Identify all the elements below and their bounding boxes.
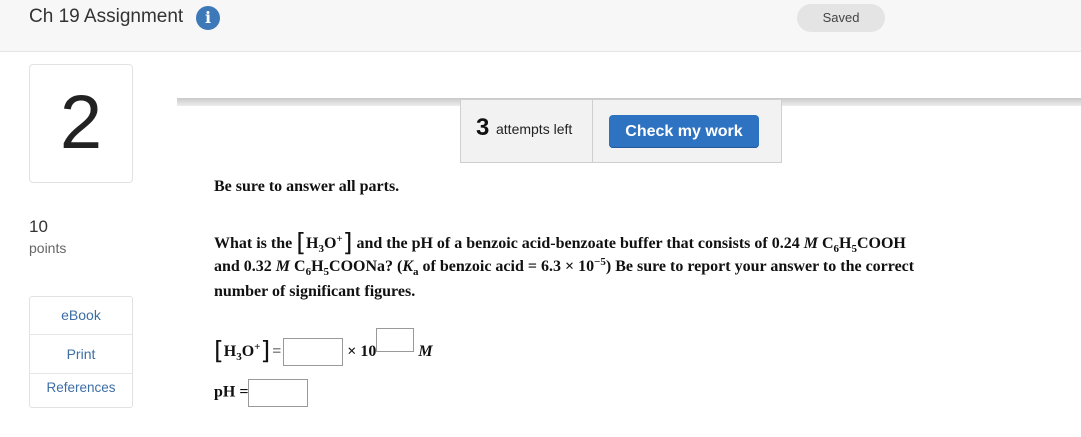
assignment-header: Ch 19 Assignment i Saved	[0, 0, 1081, 52]
question-line-1: What is the [H3O+] and the pH of a benzo…	[214, 228, 906, 257]
attempts-count: 3	[476, 114, 490, 141]
hydronium-exponent-input[interactable]	[376, 328, 415, 352]
q2-text-c: ) Be sure to report your answer to the c…	[605, 258, 915, 275]
check-panel: Check my work	[592, 99, 782, 163]
assignment-title: Ch 19 Assignment	[29, 6, 184, 27]
q1-text-b: and the pH of a benzoic acid-benzoate bu…	[352, 235, 804, 252]
question-line-3: number of significant figures.	[214, 283, 416, 300]
times-ten-label: × 10	[347, 343, 377, 360]
question-number-box: 2	[29, 64, 133, 183]
hydronium-answer-row: [H3O+] = × 10 M	[214, 328, 433, 367]
ph-input[interactable]	[248, 379, 309, 407]
references-link[interactable]: References	[30, 380, 132, 395]
check-my-work-button[interactable]: Check my work	[609, 115, 759, 148]
q1-text-a: What is the	[214, 235, 297, 252]
attempts-panel: 3 attempts left	[460, 99, 593, 163]
points-value: 10	[29, 217, 48, 236]
molarity-unit: M	[418, 343, 433, 360]
points-label: points	[29, 240, 67, 256]
divider	[30, 334, 132, 335]
ph-label: pH =	[214, 383, 249, 401]
info-icon[interactable]: i	[196, 6, 220, 30]
resource-links: eBook Print References	[29, 296, 133, 408]
saved-status-badge: Saved	[797, 4, 885, 32]
question-line-2: and 0.32 M C6H5COONa? (Ka of benzoic aci…	[214, 256, 915, 278]
q2-text-a: and 0.32	[214, 258, 276, 275]
hydronium-coefficient-input[interactable]	[283, 338, 344, 367]
q2-text-b: of benzoic acid = 6.3 × 10	[418, 258, 595, 275]
question-number: 2	[59, 80, 103, 165]
ebook-link[interactable]: eBook	[30, 307, 132, 323]
attempts-label: attempts left	[496, 121, 573, 137]
ph-answer-row: pH =	[214, 379, 309, 407]
instruction-text: Be sure to answer all parts.	[214, 178, 400, 195]
print-link[interactable]: Print	[30, 346, 132, 362]
divider	[30, 373, 132, 374]
